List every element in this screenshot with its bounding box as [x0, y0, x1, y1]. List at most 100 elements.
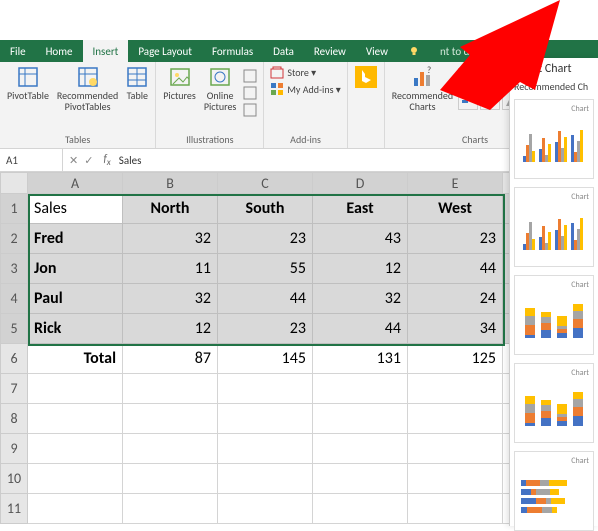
chart-thumb-2[interactable]: Chart: [514, 275, 594, 355]
shapes-icon[interactable]: [241, 68, 259, 84]
tab-page-layout[interactable]: Page Layout: [128, 40, 202, 62]
cell-E9[interactable]: [408, 434, 503, 464]
row-header-7[interactable]: 7: [0, 374, 28, 404]
chart-thumb-3[interactable]: Chart: [514, 363, 594, 443]
cell-A6[interactable]: Total: [28, 344, 123, 374]
cell-B9[interactable]: [123, 434, 218, 464]
tell-me[interactable]: [398, 40, 430, 62]
row-header-4[interactable]: 4: [0, 284, 28, 314]
my-addins-button[interactable]: My Add-ins ▾: [268, 81, 342, 97]
chart-type-3[interactable]: [458, 90, 478, 110]
cell-C4[interactable]: 44: [218, 284, 313, 314]
cell-A4[interactable]: Paul: [28, 284, 123, 314]
cell-A5[interactable]: Rick: [28, 314, 123, 344]
chart-type-1[interactable]: [480, 68, 500, 88]
cell-D10[interactable]: [313, 464, 408, 494]
cell-D6[interactable]: 131: [313, 344, 408, 374]
chart-thumb-1[interactable]: Chart: [514, 187, 594, 267]
row-header-2[interactable]: 2: [0, 224, 28, 254]
smartart-icon[interactable]: [241, 85, 259, 101]
fx-icon[interactable]: fx: [99, 152, 114, 168]
col-header-B[interactable]: B: [123, 172, 218, 194]
cell-E7[interactable]: [408, 374, 503, 404]
cell-C3[interactable]: 55: [218, 254, 313, 284]
chart-type-0[interactable]: [458, 68, 478, 88]
pictures-button[interactable]: Pictures: [160, 64, 199, 103]
cell-D11[interactable]: [313, 494, 408, 524]
cell-C6[interactable]: 145: [218, 344, 313, 374]
tab-review[interactable]: Review: [304, 40, 356, 62]
row-header-10[interactable]: 10: [0, 464, 28, 494]
cell-B2[interactable]: 32: [123, 224, 218, 254]
cell-C2[interactable]: 23: [218, 224, 313, 254]
cell-B4[interactable]: 32: [123, 284, 218, 314]
chart-thumb-4[interactable]: Chart: [514, 451, 594, 531]
screenshot-icon[interactable]: [241, 102, 259, 118]
cell-A7[interactable]: [28, 374, 123, 404]
cell-E8[interactable]: [408, 404, 503, 434]
cell-B10[interactable]: [123, 464, 218, 494]
cell-A11[interactable]: [28, 494, 123, 524]
col-header-E[interactable]: E: [408, 172, 503, 194]
bing-button[interactable]: [352, 64, 380, 92]
cell-B1[interactable]: North: [123, 194, 218, 224]
row-header-9[interactable]: 9: [0, 434, 28, 464]
name-box[interactable]: A1: [0, 149, 63, 171]
cancel-icon[interactable]: ✕: [69, 154, 78, 167]
cell-E11[interactable]: [408, 494, 503, 524]
cell-D1[interactable]: East: [313, 194, 408, 224]
cell-B7[interactable]: [123, 374, 218, 404]
cell-D5[interactable]: 44: [313, 314, 408, 344]
cell-C5[interactable]: 23: [218, 314, 313, 344]
row-header-8[interactable]: 8: [0, 404, 28, 434]
row-header-1[interactable]: 1: [0, 194, 28, 224]
row-header-6[interactable]: 6: [0, 344, 28, 374]
col-header-D[interactable]: D: [313, 172, 408, 194]
chart-type-4[interactable]: [480, 90, 500, 110]
cell-E10[interactable]: [408, 464, 503, 494]
pivottable-button[interactable]: PivotTable: [4, 64, 52, 103]
cell-C8[interactable]: [218, 404, 313, 434]
cell-A10[interactable]: [28, 464, 123, 494]
store-button[interactable]: Store ▾: [268, 64, 342, 80]
cell-A2[interactable]: Fred: [28, 224, 123, 254]
row-header-11[interactable]: 11: [0, 494, 28, 524]
cell-A8[interactable]: [28, 404, 123, 434]
col-header-A[interactable]: A: [28, 172, 123, 194]
cell-B8[interactable]: [123, 404, 218, 434]
cell-E6[interactable]: 125: [408, 344, 503, 374]
cell-E5[interactable]: 34: [408, 314, 503, 344]
cell-B6[interactable]: 87: [123, 344, 218, 374]
cell-C1[interactable]: South: [218, 194, 313, 224]
select-all-corner[interactable]: [0, 172, 28, 194]
table-button[interactable]: Table: [123, 64, 151, 103]
cell-E3[interactable]: 44: [408, 254, 503, 284]
cell-B5[interactable]: 12: [123, 314, 218, 344]
online-pictures-button[interactable]: OnlinePictures: [201, 64, 240, 114]
cell-A1[interactable]: Sales: [28, 194, 123, 224]
cell-D2[interactable]: 43: [313, 224, 408, 254]
cell-E1[interactable]: West: [408, 194, 503, 224]
row-header-3[interactable]: 3: [0, 254, 28, 284]
cell-E4[interactable]: 24: [408, 284, 503, 314]
cell-C11[interactable]: [218, 494, 313, 524]
tab-home[interactable]: Home: [36, 40, 83, 62]
cell-B3[interactable]: 11: [123, 254, 218, 284]
cell-D9[interactable]: [313, 434, 408, 464]
col-header-C[interactable]: C: [218, 172, 313, 194]
cell-B11[interactable]: [123, 494, 218, 524]
tab-insert[interactable]: Insert: [83, 40, 129, 62]
cell-E2[interactable]: 23: [408, 224, 503, 254]
cell-D7[interactable]: [313, 374, 408, 404]
formula-bar[interactable]: Sales: [115, 154, 146, 167]
cell-D3[interactable]: 12: [313, 254, 408, 284]
cell-D8[interactable]: [313, 404, 408, 434]
row-header-5[interactable]: 5: [0, 314, 28, 344]
cell-C10[interactable]: [218, 464, 313, 494]
cell-D4[interactable]: 32: [313, 284, 408, 314]
cell-C9[interactable]: [218, 434, 313, 464]
recommended-charts-button[interactable]: ?RecommendedCharts: [389, 64, 456, 114]
enter-icon[interactable]: ✓: [84, 154, 93, 167]
tab-file[interactable]: File: [0, 40, 36, 62]
tab-formulas[interactable]: Formulas: [202, 40, 263, 62]
